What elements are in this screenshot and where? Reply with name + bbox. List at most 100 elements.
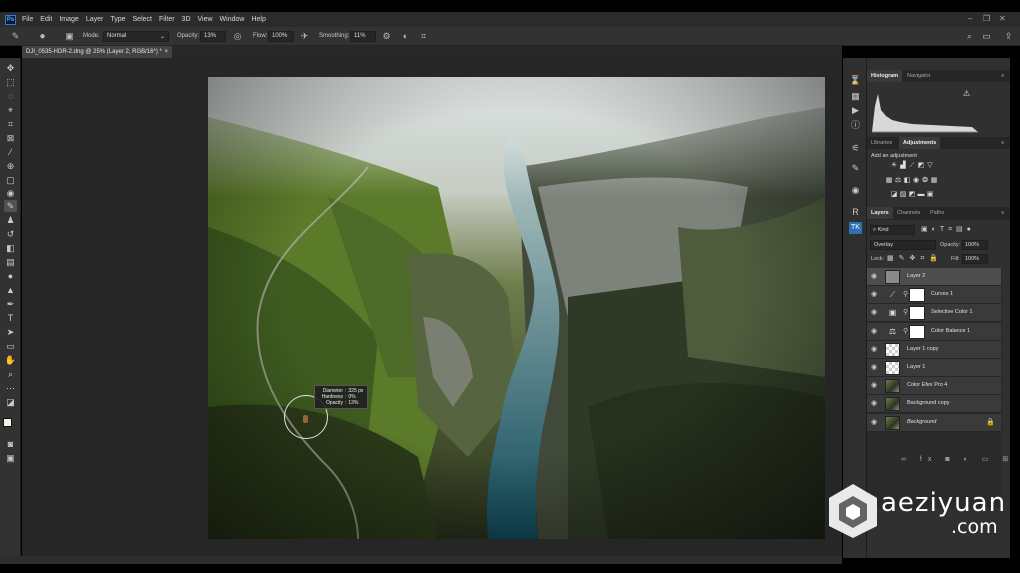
fill-input[interactable]: 100% [962,254,988,264]
close-icon[interactable]: ✕ [999,14,1006,23]
menu-view[interactable]: View [198,16,213,23]
menu-layer[interactable]: Layer [86,16,104,23]
pressure-opacity-icon[interactable]: ◎ [232,31,243,42]
layer-name[interactable]: Layer 2 [907,273,925,279]
panel-menu-icon[interactable]: ≡ [997,137,1008,149]
shape-tool-icon[interactable]: ▭ [4,340,17,352]
brush-angle-icon[interactable]: ◐ [400,31,411,42]
info-panel-icon[interactable]: ⓘ [849,119,862,131]
layer-row[interactable]: ◉ Layer 1 [867,359,1001,377]
layer-row[interactable]: ◉ ⟋ ⚲ Curves 1 [867,286,1001,305]
photo-filter-icon[interactable]: ◉ [912,177,920,184]
healing-brush-tool-icon[interactable]: ⊕ [4,160,17,172]
blend-mode-select[interactable]: Overlay [870,240,936,250]
foreground-color-swatch[interactable] [3,418,12,427]
actions-panel-icon[interactable]: ▶ [849,104,862,116]
move-tool-icon[interactable]: ✥ [4,62,17,74]
layer-name[interactable]: Layer 1 copy [907,346,939,352]
exposure-icon[interactable]: ◩ [917,162,925,169]
brush-settings-icon[interactable]: ✎ [849,162,862,174]
channel-mixer-icon[interactable]: ❂ [921,177,929,184]
menu-image[interactable]: Image [59,16,78,23]
brush-tool-preset-icon[interactable]: ✎ [10,31,21,42]
search-icon[interactable]: ⌕ [964,31,975,42]
close-tab-icon[interactable]: × [164,49,168,55]
default-colors-icon[interactable]: ◪ [4,396,17,408]
brightness-icon[interactable]: ☀ [890,162,898,169]
patch-tool-icon[interactable]: ▢ [4,174,17,186]
gradient-tool-icon[interactable]: ▤ [4,256,17,268]
tab-channels[interactable]: Channels [893,207,924,219]
properties-panel-icon[interactable]: ⚟ [849,142,862,154]
type-tool-icon[interactable]: T [4,312,17,324]
visibility-eye-icon[interactable]: ◉ [871,328,879,335]
layer-thumbnail[interactable] [885,415,900,430]
screen-mode-icon[interactable]: ▣ [4,452,17,464]
frame-tool-icon[interactable]: ⊠ [4,132,17,144]
canvas-image[interactable]: Diameter:325 px Hardness:0% Opacity:13% [208,77,825,539]
layer-row[interactable]: ◉ Layer 1 copy [867,340,1001,359]
character-panel-icon[interactable]: ◉ [849,184,862,196]
menu-type[interactable]: Type [110,16,125,23]
minimize-icon[interactable]: – [968,14,972,23]
smoothing-gear-icon[interactable]: ⚙ [381,31,392,42]
visibility-eye-icon[interactable]: ◉ [871,419,879,426]
layer-row[interactable]: ◉ ⚖ ⚲ Color Balance 1 [867,322,1001,341]
mask-link-icon[interactable]: ⚲ [903,327,908,335]
flow-input[interactable]: 100% [268,31,294,42]
layer-row[interactable]: ◉ Background copy [867,395,1001,414]
layer-row[interactable]: ◉ Color Efex Pro 4 [867,377,1001,396]
eraser-tool-icon[interactable]: ◧ [4,242,17,254]
layer-row[interactable]: ◉ Layer 2 [867,268,1001,286]
visibility-eye-icon[interactable]: ◉ [871,382,879,389]
visibility-eye-icon[interactable]: ◉ [871,400,879,407]
tab-layers[interactable]: Layers [867,207,893,219]
layer-name[interactable]: Curves 1 [931,291,953,297]
gradient-map-icon[interactable]: ▬ [917,191,925,198]
layer-name[interactable]: Layer 1 [907,364,925,370]
visibility-eye-icon[interactable]: ◉ [871,346,879,353]
brush-settings-panel-icon[interactable]: ▣ [64,31,75,42]
blur-tool-icon[interactable]: ● [4,270,17,282]
plugin-r-icon[interactable]: R [849,206,862,218]
panel-menu-icon[interactable]: ≡ [997,70,1008,82]
panel-menu-icon[interactable]: ≡ [997,207,1008,219]
edit-toolbar-icon[interactable]: ⋯ [4,382,17,394]
quick-selection-tool-icon[interactable]: ⌖ [4,104,17,116]
tab-navigator[interactable]: Navigator [903,70,935,82]
layer-thumbnail[interactable] [885,361,900,375]
layer-row[interactable]: ◉ Background 🔒 [867,413,1001,432]
quick-mask-icon[interactable]: ◙ [4,438,17,450]
menu-select[interactable]: Select [133,16,152,23]
share-icon[interactable]: ⇪ [1003,31,1014,42]
restore-icon[interactable]: ❐ [983,14,990,23]
tab-histogram[interactable]: Histogram [867,70,903,82]
menu-3d[interactable]: 3D [182,16,191,23]
layer-name[interactable]: Selective Color 1 [931,309,973,315]
smoothing-input[interactable]: 11% [350,31,376,42]
warning-icon[interactable]: ⚠ [963,89,970,98]
layer-filter-select[interactable]: ⌕ Kind [870,225,915,235]
levels-icon[interactable]: ▟ [899,162,907,169]
clone-stamp-tool-icon[interactable]: ♟ [4,214,17,226]
invert-icon[interactable]: ◪ [890,191,898,198]
vibrance-icon[interactable]: ▽ [926,162,934,169]
opacity-input[interactable]: 13% [200,31,226,42]
visibility-eye-icon[interactable]: ◉ [871,273,879,280]
layer-name[interactable]: Background copy [907,400,950,406]
symmetry-icon[interactable]: ⌗ [418,31,429,42]
layer-thumbnail[interactable] [885,397,900,412]
hand-tool-icon[interactable]: ✋ [4,354,17,366]
swatches-panel-icon[interactable]: ▦ [849,90,862,102]
layer-row[interactable]: ◉ ▣ ⚲ Selective Color 1 [867,304,1001,323]
layer-filter-icons[interactable]: ▣◐T⌗▤● [921,225,975,234]
layer-name[interactable]: Color Efex Pro 4 [907,382,947,388]
history-brush-tool-icon[interactable]: ↺ [4,228,17,240]
layer-opacity-input[interactable]: 100% [962,240,988,250]
curves-icon[interactable]: ⟋ [908,162,916,169]
menu-help[interactable]: Help [251,16,265,23]
document-tab[interactable]: DJI_0535-HDR-2.dng @ 25% (Layer 2, RGB/1… [22,46,172,58]
tab-adjustments[interactable]: Adjustments [899,137,941,149]
airbrush-icon[interactable]: ✈ [299,31,310,42]
menu-window[interactable]: Window [220,16,245,23]
